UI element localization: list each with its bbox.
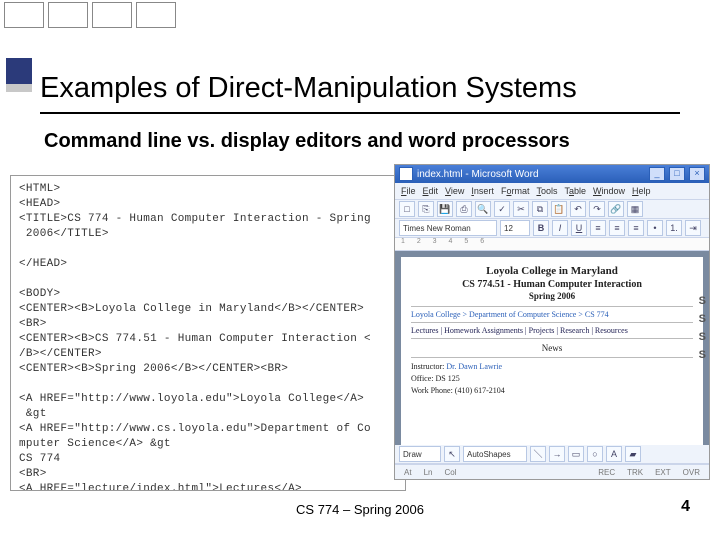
instructor-link[interactable]: Dr. Dawn Lawrie bbox=[446, 362, 502, 371]
status-ext: EXT bbox=[652, 468, 674, 477]
cut-icon[interactable]: ✂ bbox=[513, 201, 529, 217]
fill-icon[interactable]: ▰ bbox=[625, 446, 641, 462]
open-icon[interactable]: ⎘ bbox=[418, 201, 434, 217]
status-ovr: OVR bbox=[680, 468, 703, 477]
side-markers: S S S S bbox=[699, 292, 706, 364]
menu-format[interactable]: Format bbox=[501, 186, 530, 196]
line-icon[interactable]: ＼ bbox=[530, 446, 546, 462]
doc-links: Lectures | Homework Assignments | Projec… bbox=[411, 326, 693, 335]
menu-view[interactable]: View bbox=[445, 186, 464, 196]
word-window: index.html - Microsoft Word _ □ × File E… bbox=[394, 164, 710, 480]
close-button[interactable]: × bbox=[689, 167, 705, 181]
status-trk: TRK bbox=[624, 468, 646, 477]
hr bbox=[411, 338, 693, 339]
slide-subtitle: Command line vs. display editors and wor… bbox=[44, 130, 570, 153]
thumb bbox=[4, 2, 44, 28]
phone: (410) 617-2104 bbox=[455, 386, 505, 395]
menu-edit[interactable]: Edit bbox=[423, 186, 439, 196]
doc-h2: CS 774.51 - Human Computer Interaction bbox=[411, 279, 693, 290]
print-icon[interactable]: ⎙ bbox=[456, 201, 472, 217]
ruler: 1 2 3 4 5 6 bbox=[395, 238, 709, 251]
spell-icon[interactable]: ✓ bbox=[494, 201, 510, 217]
menu-window[interactable]: Window bbox=[593, 186, 625, 196]
draw-menu[interactable]: Draw bbox=[399, 446, 441, 462]
numbers-icon[interactable]: 1. bbox=[666, 220, 682, 236]
align-left-icon[interactable]: ≡ bbox=[590, 220, 606, 236]
accent-square bbox=[6, 58, 32, 84]
page: Loyola College in Maryland CS 774.51 - H… bbox=[401, 257, 703, 445]
copy-icon[interactable]: ⧉ bbox=[532, 201, 548, 217]
page-number: 4 bbox=[681, 498, 690, 516]
preview-icon[interactable]: 🔍 bbox=[475, 201, 491, 217]
doc-h3: Spring 2006 bbox=[411, 291, 693, 301]
doc-news: News bbox=[411, 343, 693, 353]
align-right-icon[interactable]: ≡ bbox=[628, 220, 644, 236]
menu-help[interactable]: Help bbox=[632, 186, 651, 196]
titlebar: index.html - Microsoft Word _ □ × bbox=[395, 165, 709, 183]
hr bbox=[411, 322, 693, 323]
new-icon[interactable]: □ bbox=[399, 201, 415, 217]
underline-button[interactable]: U bbox=[571, 220, 587, 236]
hr bbox=[411, 306, 693, 307]
instructor-label: Instructor: bbox=[411, 362, 444, 371]
thumb bbox=[48, 2, 88, 28]
menu-file[interactable]: File bbox=[401, 186, 416, 196]
doc-info: Instructor: Dr. Dawn Lawrie Office: DS 1… bbox=[411, 361, 693, 397]
command-line-panel: <HTML> <HEAD> <TITLE>CS 774 - Human Comp… bbox=[10, 175, 406, 491]
status-at: At bbox=[401, 468, 415, 477]
minimize-button[interactable]: _ bbox=[649, 167, 665, 181]
indent-icon[interactable]: ⇥ bbox=[685, 220, 701, 236]
phone-label: Work Phone: bbox=[411, 386, 453, 395]
footer: CS 774 – Spring 2006 bbox=[0, 502, 720, 517]
thumbnail-strip bbox=[0, 0, 720, 28]
office: DS 125 bbox=[436, 374, 460, 383]
font-select[interactable]: Times New Roman bbox=[399, 220, 497, 236]
bold-button[interactable]: B bbox=[533, 220, 549, 236]
rect-icon[interactable]: ▭ bbox=[568, 446, 584, 462]
menu-tools[interactable]: Tools bbox=[536, 186, 557, 196]
status-col: Col bbox=[441, 468, 459, 477]
paste-icon[interactable]: 📋 bbox=[551, 201, 567, 217]
status-rec: REC bbox=[595, 468, 618, 477]
hr bbox=[411, 357, 693, 358]
oval-icon[interactable]: ○ bbox=[587, 446, 603, 462]
arrow-icon[interactable]: → bbox=[549, 446, 565, 462]
redo-icon[interactable]: ↷ bbox=[589, 201, 605, 217]
thumb bbox=[92, 2, 132, 28]
doc-crumb: Loyola College > Department of Computer … bbox=[411, 310, 693, 319]
menu-insert[interactable]: Insert bbox=[471, 186, 494, 196]
table-icon[interactable]: ▦ bbox=[627, 201, 643, 217]
menu-bar: File Edit View Insert Format Tools Table… bbox=[395, 183, 709, 200]
maximize-button[interactable]: □ bbox=[669, 167, 685, 181]
textbox-icon[interactable]: A bbox=[606, 446, 622, 462]
thumb bbox=[136, 2, 176, 28]
accent-bar bbox=[6, 84, 32, 92]
doc-h1: Loyola College in Maryland bbox=[411, 265, 693, 277]
align-center-icon[interactable]: ≡ bbox=[609, 220, 625, 236]
pointer-icon[interactable]: ↖ bbox=[444, 446, 460, 462]
status-ln: Ln bbox=[421, 468, 436, 477]
slide-title: Examples of Direct-Manipulation Systems bbox=[40, 72, 577, 105]
format-toolbar: Times New Roman 12 B I U ≡ ≡ ≡ • 1. ⇥ bbox=[395, 219, 709, 238]
link-icon[interactable]: 🔗 bbox=[608, 201, 624, 217]
save-icon[interactable]: 💾 bbox=[437, 201, 453, 217]
status-bar: At Ln Col REC TRK EXT OVR bbox=[395, 464, 709, 479]
office-label: Office: bbox=[411, 374, 434, 383]
title-rule bbox=[40, 112, 680, 114]
standard-toolbar: □ ⎘ 💾 ⎙ 🔍 ✓ ✂ ⧉ 📋 ↶ ↷ 🔗 ▦ bbox=[395, 200, 709, 219]
menu-table[interactable]: Table bbox=[564, 186, 586, 196]
window-title: index.html - Microsoft Word bbox=[417, 169, 539, 180]
word-icon bbox=[399, 167, 413, 181]
autoshapes[interactable]: AutoShapes bbox=[463, 446, 527, 462]
size-select[interactable]: 12 bbox=[500, 220, 530, 236]
italic-button[interactable]: I bbox=[552, 220, 568, 236]
drawing-toolbar: Draw ↖ AutoShapes ＼ → ▭ ○ A ▰ bbox=[395, 445, 709, 464]
undo-icon[interactable]: ↶ bbox=[570, 201, 586, 217]
document-area[interactable]: Loyola College in Maryland CS 774.51 - H… bbox=[395, 251, 709, 445]
bullets-icon[interactable]: • bbox=[647, 220, 663, 236]
